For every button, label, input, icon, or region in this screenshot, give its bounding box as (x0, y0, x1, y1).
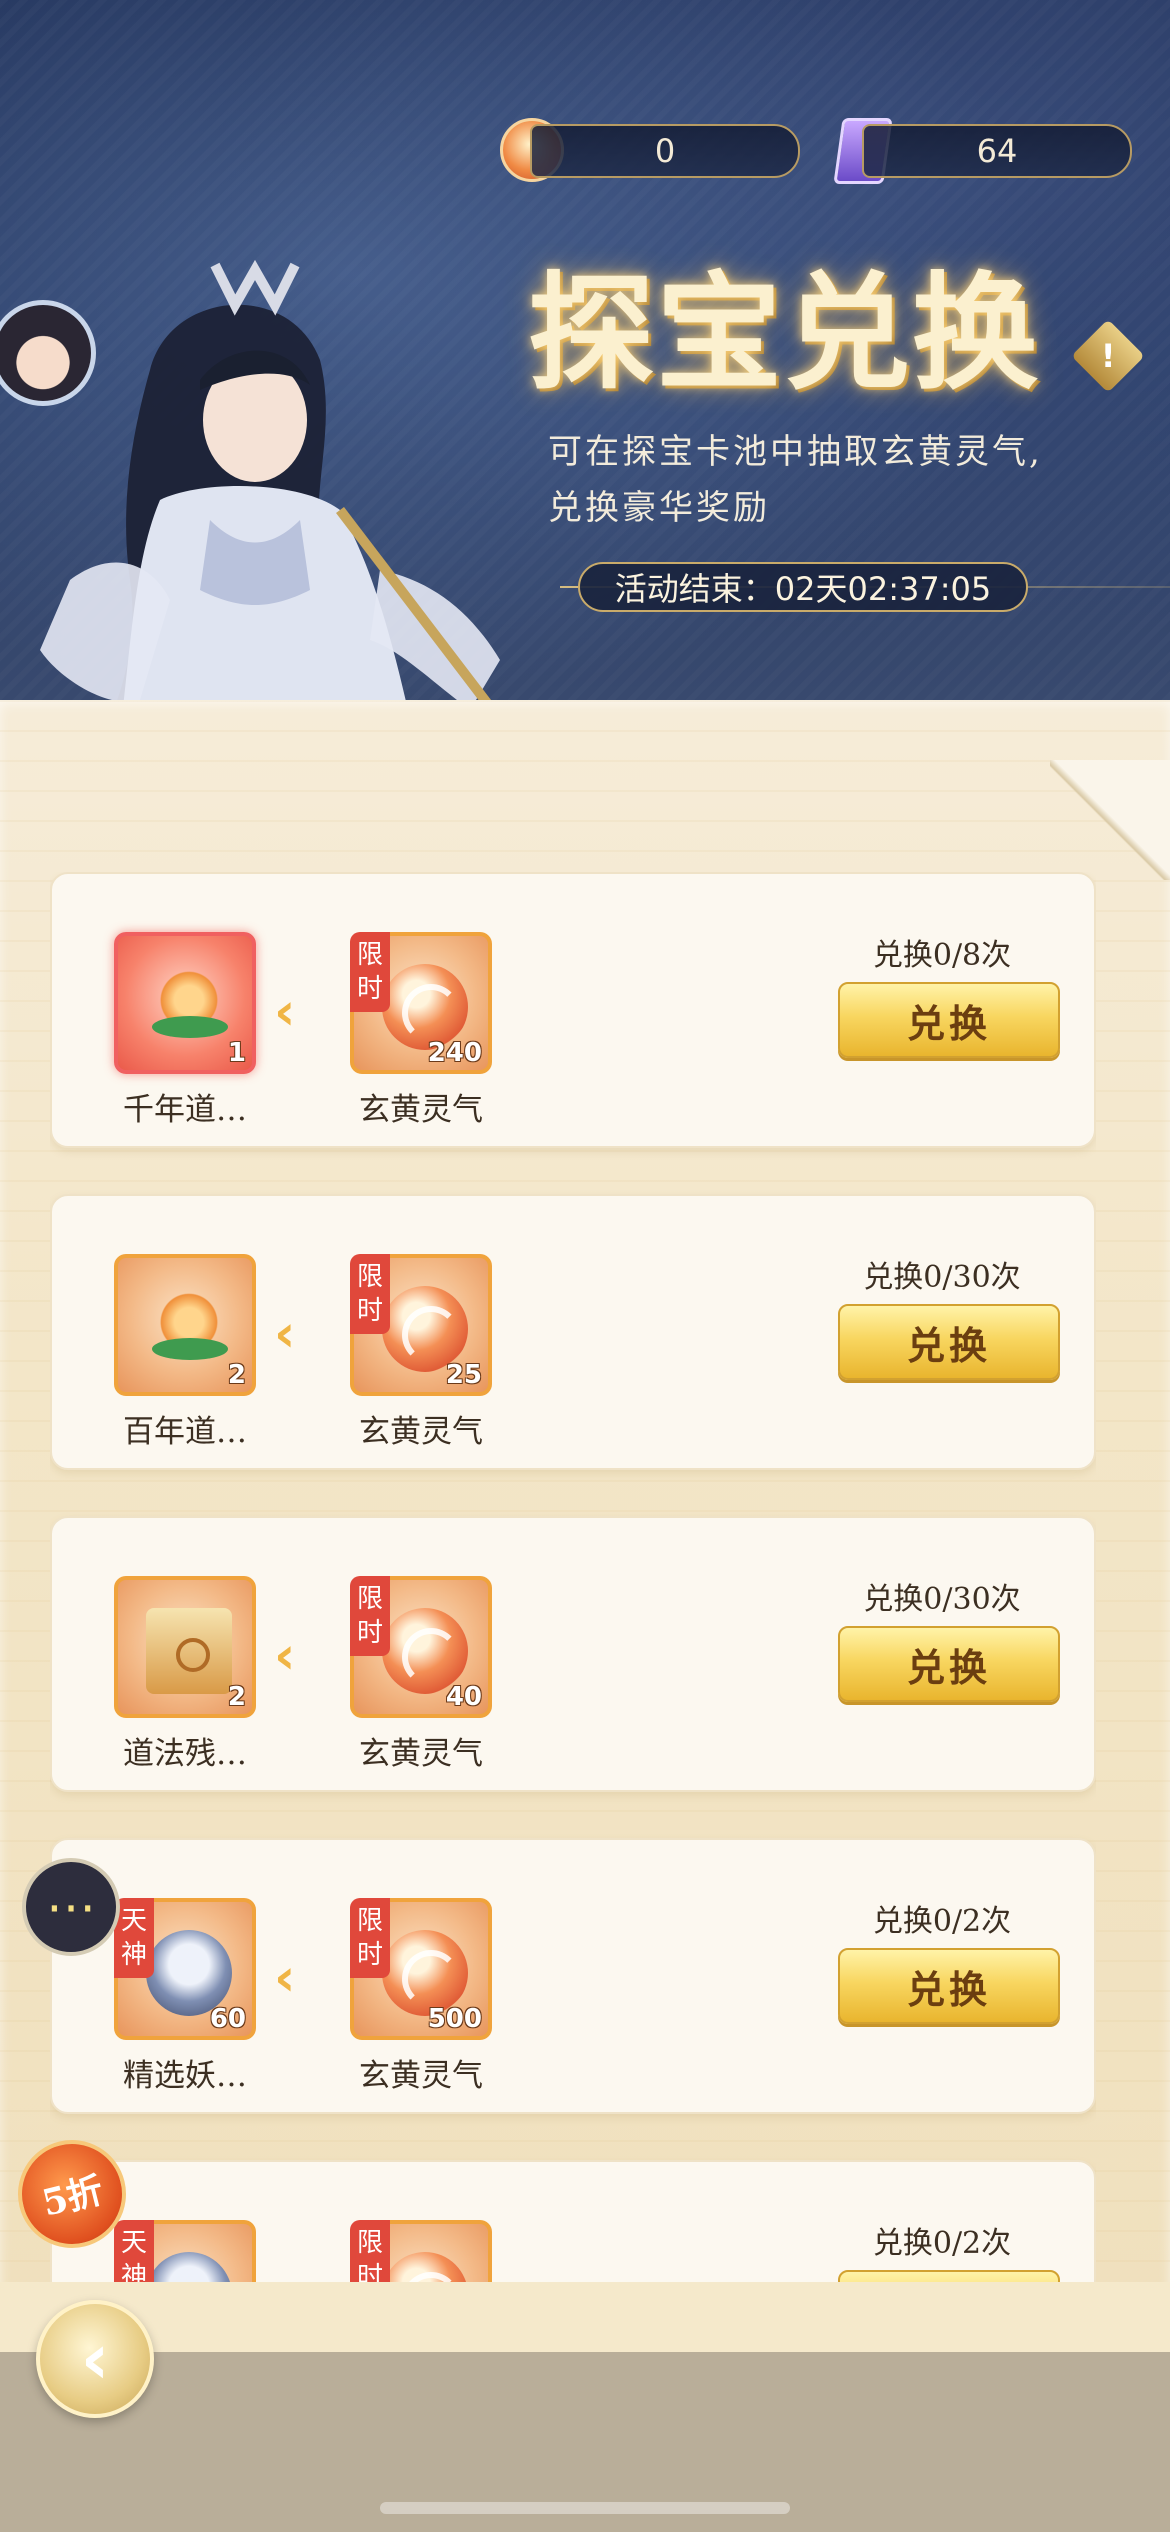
exchange-limit: 兑换0/30次 (863, 1582, 1021, 1617)
reward-count: 1 (227, 1038, 246, 1068)
exchange-arrow-icon: ‹ (274, 1948, 296, 2008)
bottom-bar (0, 2282, 1170, 2532)
cost-name: 玄黄灵气 (359, 1414, 483, 1450)
event-banner: 0 64 探宝兑换 ! 可在探宝卡池中抽取玄黄灵气, 兑换豪华奖励 活动结束：0… (0, 0, 1170, 780)
peach-icon (146, 964, 232, 1050)
reward-name: 精选妖… (123, 2058, 247, 2094)
cost-name: 玄黄灵气 (359, 2058, 483, 2094)
reward-item[interactable]: 天神 (114, 2220, 256, 2282)
limited-tag: 限时 (350, 1254, 390, 1334)
reward-item[interactable]: 天神 60 (114, 1898, 256, 2040)
exchange-card: 2 ‹ 限时 40 道法残… 玄黄灵气 兑换0/30次 兑换 (50, 1516, 1096, 1792)
ticket-counter: 64 (862, 124, 1132, 178)
reward-item[interactable]: 2 (114, 1254, 256, 1396)
coin-value: 0 (654, 132, 676, 170)
cost-name: 玄黄灵气 (359, 1736, 483, 1772)
event-description: 可在探宝卡池中抽取玄黄灵气, 兑换豪华奖励 (548, 424, 1088, 536)
exchange-button[interactable]: 兑换 (838, 982, 1060, 1058)
exchange-limit: 兑换0/30次 (863, 1260, 1021, 1295)
event-timer: 活动结束：02天02:37:05 (578, 562, 1028, 612)
exchange-button[interactable]: 兑换 (838, 1626, 1060, 1702)
reward-name: 百年道… (123, 1414, 247, 1450)
limited-tag: 限时 (350, 2220, 390, 2282)
ticket-value: 64 (976, 132, 1018, 170)
exchange-arrow-icon: ‹ (274, 2270, 295, 2282)
portrait-icon (146, 2252, 232, 2282)
page-fold-decoration (1050, 760, 1170, 880)
exchange-card: 天神 60 ‹ 限时 500 精选妖… 玄黄灵气 兑换0/2次 兑换 (50, 1838, 1096, 2114)
cost-count: 500 (427, 2004, 482, 2034)
limited-tag: 限时 (350, 1898, 390, 1978)
limited-tag: 限时 (350, 1576, 390, 1656)
scroll-icon (146, 1608, 232, 1694)
exchange-button[interactable]: 兑换 (838, 1304, 1060, 1380)
exchange-button[interactable]: 兑换 (838, 1948, 1060, 2024)
reward-item[interactable]: 1 (114, 932, 256, 1074)
coin-counter: 0 (530, 124, 800, 178)
exchange-card: 1 ‹ 限时 240 千年道… 玄黄灵气 兑换0/8次 兑换 (50, 872, 1096, 1148)
cost-name: 玄黄灵气 (359, 1092, 483, 1128)
home-indicator (380, 2502, 790, 2514)
cost-count: 40 (445, 1682, 482, 1712)
reward-item[interactable]: 2 (114, 1576, 256, 1718)
reward-name: 道法残… (123, 1736, 247, 1772)
cost-item[interactable]: 限时 500 (350, 1898, 492, 2040)
limited-tag: 限时 (350, 932, 390, 1012)
exchange-arrow-icon: ‹ (274, 1626, 296, 1686)
exchange-arrow-icon: ‹ (274, 982, 296, 1042)
cost-item[interactable]: 限时 240 (350, 932, 492, 1074)
chat-bubble-icon[interactable]: ⋯ (22, 1858, 120, 1956)
cost-item[interactable]: 限时 (350, 2220, 492, 2282)
yuanhuang-qi-icon (382, 2252, 468, 2282)
page-title: 探宝兑换 (528, 259, 1040, 407)
exchange-button[interactable]: 兑换 (838, 2270, 1060, 2282)
description-line-1: 可在探宝卡池中抽取玄黄灵气, (548, 432, 1043, 472)
back-arrow-icon[interactable]: ‹ (36, 2300, 154, 2418)
cost-count: 25 (445, 1360, 482, 1390)
exchange-card: 2 ‹ 限时 25 百年道… 玄黄灵气 兑换0/30次 兑换 (50, 1194, 1096, 1470)
exchange-limit: 兑换0/2次 (872, 1904, 1012, 1939)
info-icon[interactable]: ! (1071, 319, 1145, 393)
exchange-arrow-icon: ‹ (274, 1304, 296, 1364)
reward-count: 60 (209, 2004, 246, 2034)
cost-item[interactable]: 限时 40 (350, 1576, 492, 1718)
exchange-card: 天神 ‹ 限时 兑换0/2次 兑换 (50, 2160, 1096, 2282)
cost-count: 240 (427, 1038, 482, 1068)
reward-name: 千年道… (123, 1092, 247, 1128)
deity-tag: 天神 (114, 2220, 154, 2282)
exchange-limit: 兑换0/8次 (872, 938, 1012, 973)
cost-item[interactable]: 限时 25 (350, 1254, 492, 1396)
reward-count: 2 (227, 1360, 246, 1390)
reward-count: 2 (227, 1682, 246, 1712)
deity-tag: 天神 (114, 1898, 154, 1978)
peach-icon (146, 1286, 232, 1372)
exchange-list[interactable]: 1 ‹ 限时 240 千年道… 玄黄灵气 兑换0/8次 兑换 2 ‹ 限时 25… (50, 872, 1096, 2282)
description-line-2: 兑换豪华奖励 (548, 488, 770, 528)
exchange-limit: 兑换0/2次 (872, 2226, 1012, 2261)
